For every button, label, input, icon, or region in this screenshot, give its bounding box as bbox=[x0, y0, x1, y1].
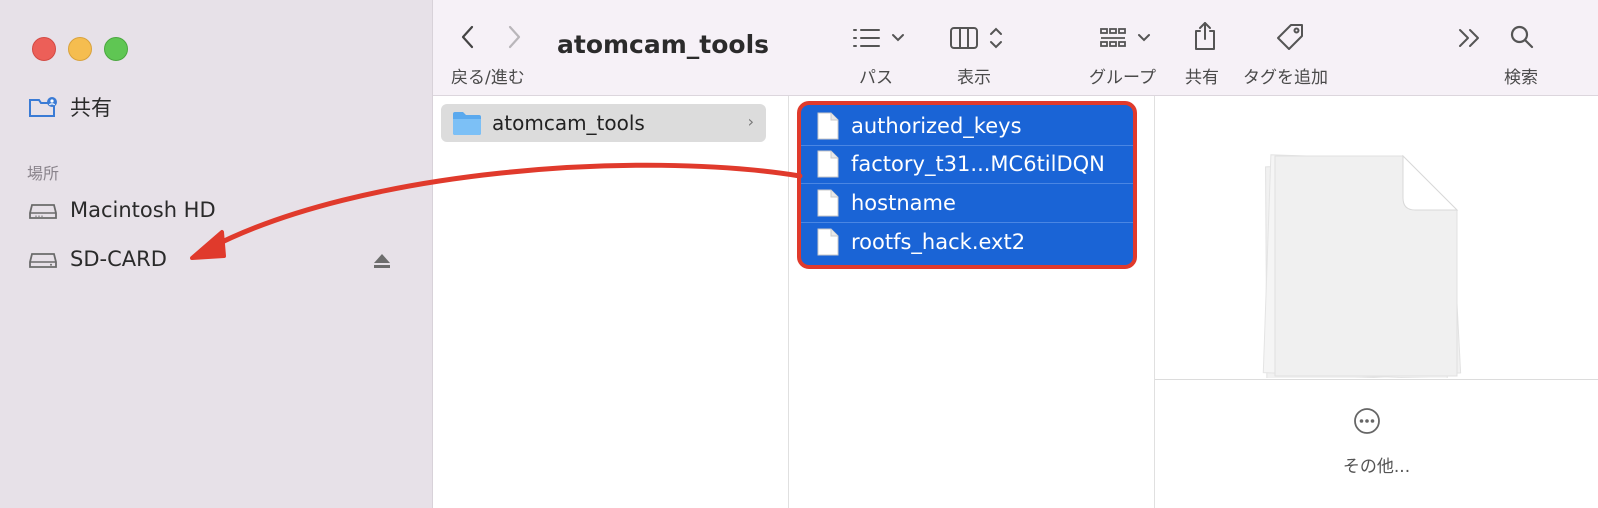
file-row[interactable]: rootfs_hack.ext2 bbox=[801, 223, 1133, 261]
back-forward-label: 戻る/進む bbox=[451, 68, 525, 88]
file-label: factory_t31...MC6tilDQN bbox=[851, 152, 1105, 176]
sidebar-item-label: SD-CARD bbox=[70, 247, 167, 271]
file-row[interactable]: factory_t31...MC6tilDQN bbox=[801, 145, 1133, 184]
tag-icon[interactable] bbox=[1275, 22, 1305, 56]
column-1: atomcam_tools › bbox=[433, 96, 789, 508]
sidebar-item-label: Macintosh HD bbox=[70, 198, 216, 222]
file-label: rootfs_hack.ext2 bbox=[851, 230, 1026, 254]
document-icon bbox=[817, 228, 839, 256]
chevron-right-icon: › bbox=[747, 112, 754, 131]
file-row[interactable]: hostname bbox=[801, 184, 1133, 223]
list-view-icon[interactable] bbox=[851, 26, 909, 54]
zoom-button[interactable] bbox=[104, 37, 128, 61]
search-label: 検索 bbox=[1504, 68, 1538, 88]
column-view-icon[interactable] bbox=[949, 25, 1009, 55]
share-label: 共有 bbox=[1185, 68, 1219, 88]
view-label: 表示 bbox=[957, 68, 991, 88]
sidebar-item-label: 共有 bbox=[70, 96, 112, 120]
group-icon[interactable] bbox=[1099, 26, 1155, 54]
locations-header: 場所 bbox=[27, 164, 60, 183]
search-icon[interactable] bbox=[1509, 24, 1535, 54]
document-icon bbox=[817, 112, 839, 140]
forward-icon[interactable] bbox=[505, 22, 523, 56]
more-toolbar-icon[interactable] bbox=[1457, 26, 1483, 54]
tag-label: タグを追加 bbox=[1243, 68, 1328, 88]
file-label: authorized_keys bbox=[851, 114, 1022, 138]
document-stack-icon bbox=[1241, 148, 1491, 384]
toolbar: 戻る/進む atomcam_tools パス 表示 グループ 共有 タグを追加 … bbox=[433, 0, 1598, 96]
window-title: atomcam_tools bbox=[557, 30, 770, 59]
sidebar-item-sd-card[interactable]: SD-CARD bbox=[28, 247, 167, 271]
document-icon bbox=[817, 150, 839, 178]
file-label: hostname bbox=[851, 191, 956, 215]
share-icon[interactable] bbox=[1191, 20, 1219, 56]
more-options-label: その他... bbox=[1342, 457, 1411, 477]
path-label: パス bbox=[859, 68, 893, 88]
folder-row-atomcam-tools[interactable]: atomcam_tools › bbox=[441, 104, 766, 142]
minimize-button[interactable] bbox=[68, 37, 92, 61]
shared-folder-icon bbox=[28, 96, 58, 118]
eject-icon[interactable] bbox=[372, 252, 392, 270]
preview-divider bbox=[1155, 379, 1598, 380]
back-icon[interactable] bbox=[459, 22, 477, 56]
group-label: グループ bbox=[1089, 68, 1156, 88]
column-2: authorized_keys factory_t31...MC6tilDQN … bbox=[789, 96, 1155, 508]
file-row[interactable]: authorized_keys bbox=[801, 107, 1133, 146]
folder-icon bbox=[452, 110, 482, 136]
hard-drive-icon bbox=[28, 199, 58, 221]
sidebar-item-shared[interactable]: 共有 bbox=[28, 92, 112, 122]
preview-pane: その他... bbox=[1155, 96, 1598, 508]
finder-window: 共有 場所 Macintosh HD SD-CARD 戻る/進む atomcam… bbox=[0, 0, 1598, 508]
more-options-icon[interactable] bbox=[1352, 406, 1382, 436]
external-drive-icon bbox=[28, 248, 58, 270]
document-icon bbox=[817, 189, 839, 217]
selection-highlight: authorized_keys factory_t31...MC6tilDQN … bbox=[797, 101, 1137, 269]
sidebar-item-macintosh-hd[interactable]: Macintosh HD bbox=[28, 198, 216, 222]
folder-label: atomcam_tools bbox=[492, 111, 645, 135]
sidebar: 共有 場所 Macintosh HD SD-CARD bbox=[0, 0, 433, 508]
close-button[interactable] bbox=[32, 37, 56, 61]
